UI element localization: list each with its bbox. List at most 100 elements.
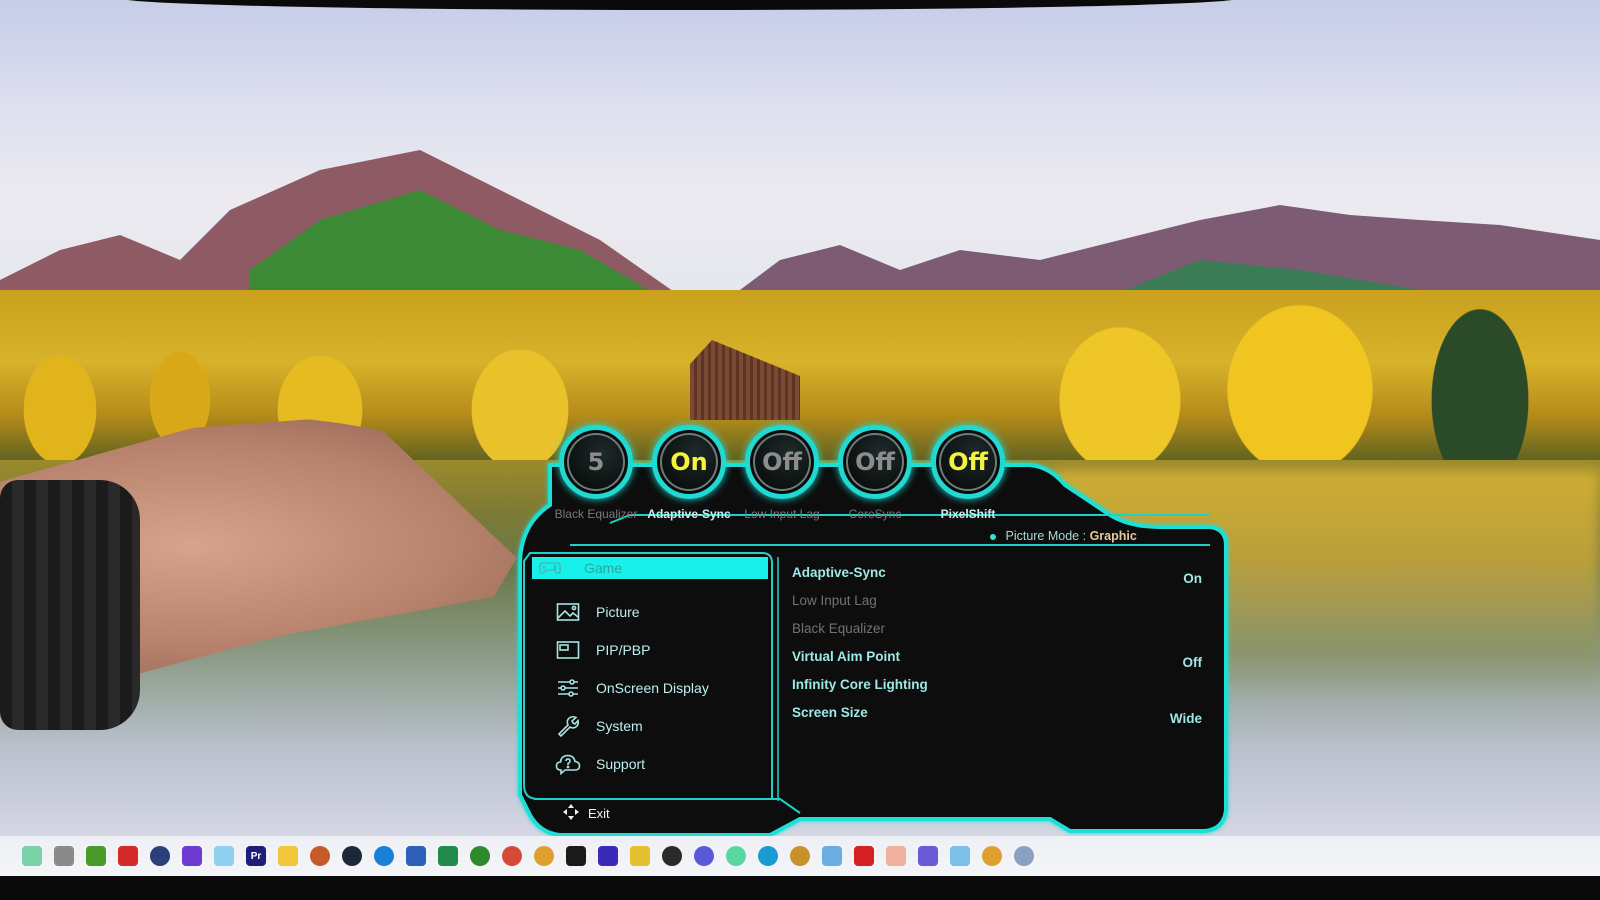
- setting-infinity-core-lighting[interactable]: Infinity Core Lighting: [792, 677, 1202, 705]
- quick-settings-bar: 5 Black Equalizer On Adaptive-Sync Off L…: [550, 425, 1005, 525]
- quick-setting-label: Adaptive-Sync: [647, 507, 731, 521]
- cinema4d-icon[interactable]: [150, 846, 170, 866]
- capcut-icon[interactable]: [566, 846, 586, 866]
- setting-name: Adaptive-Sync: [792, 565, 886, 580]
- quick-setting-ring: Off: [745, 425, 819, 499]
- quick-setting-value: Off: [855, 448, 895, 476]
- monitor-osd-menu: 5 Black Equalizer On Adaptive-Sync Off L…: [510, 415, 1240, 840]
- nvidia-icon[interactable]: [86, 846, 106, 866]
- menu-item-label: OnScreen Display: [596, 680, 709, 696]
- chrome-icon[interactable]: [534, 846, 554, 866]
- setting-low-input-lag: Low Input Lag: [792, 593, 1202, 621]
- red-app-icon[interactable]: [118, 846, 138, 866]
- quick-setting-value: Off: [948, 448, 988, 476]
- menu-item-label: System: [596, 718, 643, 734]
- picture-mode-indicator: Picture Mode : Graphic: [990, 529, 1137, 543]
- quick-setting-value: Off: [762, 448, 802, 476]
- osd-main-menu: Game Picture PIP/PBP OnScreen Display Sy…: [530, 555, 770, 783]
- menu-item-label: Picture: [596, 604, 640, 620]
- file-explorer-mini-icon[interactable]: [54, 846, 74, 866]
- windows-taskbar: Pr: [0, 836, 1600, 876]
- menu-item-game[interactable]: Game: [532, 557, 768, 579]
- sliders-icon: [554, 677, 582, 699]
- settings-icon[interactable]: [1014, 846, 1034, 866]
- monitor-bezel-bottom: [0, 876, 1600, 900]
- teams-icon[interactable]: [918, 846, 938, 866]
- whatsapp-icon[interactable]: [726, 846, 746, 866]
- setting-name: Screen Size: [792, 705, 868, 720]
- setting-name: Black Equalizer: [792, 621, 886, 636]
- gamepad-icon: [536, 557, 564, 579]
- notes-icon[interactable]: [630, 846, 650, 866]
- quickbooks-icon[interactable]: [470, 846, 490, 866]
- wrench-icon: [554, 715, 582, 737]
- hulu-app-icon[interactable]: [598, 846, 618, 866]
- picture-icon: [554, 601, 582, 623]
- acrobat-icon[interactable]: [854, 846, 874, 866]
- exit-label: Exit: [588, 806, 610, 821]
- folder-icon[interactable]: [278, 846, 298, 866]
- quick-setting-black-equalizer[interactable]: 5 Black Equalizer: [550, 425, 642, 521]
- excel-icon[interactable]: [438, 846, 458, 866]
- widgets-icon[interactable]: [22, 846, 42, 866]
- setting-name: Virtual Aim Point: [792, 649, 901, 664]
- blue-doc-icon[interactable]: [214, 846, 234, 866]
- quick-setting-ring: Off: [931, 425, 1005, 499]
- quick-setting-ring: On: [652, 425, 726, 499]
- joystick-icon: [562, 803, 580, 824]
- menu-item-support[interactable]: Support: [530, 745, 770, 783]
- status-dot-icon: [990, 533, 996, 540]
- quick-setting-coresync[interactable]: Off CoreSync: [829, 425, 921, 521]
- setting-value: On: [1183, 571, 1202, 586]
- davinci-icon[interactable]: [310, 846, 330, 866]
- quick-setting-pixelshift[interactable]: Off PixelShift: [922, 425, 1014, 521]
- setting-value: Wide: [1169, 711, 1202, 726]
- premiere-pro-icon[interactable]: Pr: [246, 846, 266, 866]
- quick-setting-low-input-lag[interactable]: Off Low Input Lag: [736, 425, 828, 521]
- pip-icon: [554, 639, 582, 661]
- setting-screen-size[interactable]: Screen Size Wide: [792, 705, 1202, 733]
- menu-item-label: Game: [584, 560, 623, 576]
- wristwatch: [0, 480, 140, 730]
- quick-setting-label: Low Input Lag: [744, 507, 820, 521]
- game-settings-list: Adaptive-Sync On Low Input Lag Black Equ…: [792, 565, 1202, 733]
- red-swirl-icon[interactable]: [502, 846, 522, 866]
- picture-mode-value: Graphic: [1089, 529, 1137, 543]
- quick-setting-value: On: [670, 448, 708, 476]
- word-icon[interactable]: [406, 846, 426, 866]
- quick-setting-value: 5: [587, 448, 605, 476]
- quick-setting-label: CoreSync: [848, 507, 902, 521]
- wow-icon[interactable]: [790, 846, 810, 866]
- quick-setting-label: Black Equalizer: [554, 507, 638, 521]
- menu-item-label: Support: [596, 756, 646, 772]
- menu-item-label: PIP/PBP: [596, 642, 651, 658]
- notepad-icon[interactable]: [950, 846, 970, 866]
- help-cloud-icon: [554, 753, 582, 775]
- steam-icon[interactable]: [342, 846, 362, 866]
- picture-mode-label: Picture Mode :: [1005, 529, 1087, 543]
- purple-app-icon[interactable]: [182, 846, 202, 866]
- menu-item-picture[interactable]: Picture: [530, 593, 770, 631]
- setting-name: Low Input Lag: [792, 593, 877, 608]
- obs-icon[interactable]: [662, 846, 682, 866]
- tablet-icon[interactable]: [822, 846, 842, 866]
- chrome-2-icon[interactable]: [982, 846, 1002, 866]
- setting-black-equalizer: Black Equalizer: [792, 621, 1202, 649]
- quick-setting-label: PixelShift: [940, 507, 996, 521]
- menu-item-system[interactable]: System: [530, 707, 770, 745]
- exit-button[interactable]: Exit: [562, 803, 610, 824]
- quick-setting-adaptive-sync[interactable]: On Adaptive-Sync: [643, 425, 735, 521]
- setting-virtual-aim-point[interactable]: Virtual Aim Point Off: [792, 649, 1202, 677]
- icon-text: Pr: [250, 850, 262, 862]
- quick-setting-ring: 5: [559, 425, 633, 499]
- menu-item-onscreen-display[interactable]: OnScreen Display: [530, 669, 770, 707]
- setting-value: Off: [1182, 655, 1203, 670]
- edge-icon[interactable]: [758, 846, 778, 866]
- media-player-icon[interactable]: [374, 846, 394, 866]
- setting-name: Infinity Core Lighting: [792, 677, 928, 692]
- quick-setting-ring: Off: [838, 425, 912, 499]
- snipping-icon[interactable]: [886, 846, 906, 866]
- setting-adaptive-sync[interactable]: Adaptive-Sync On: [792, 565, 1202, 593]
- menu-item-pip-pbp[interactable]: PIP/PBP: [530, 631, 770, 669]
- chat-bubble-icon[interactable]: [694, 846, 714, 866]
